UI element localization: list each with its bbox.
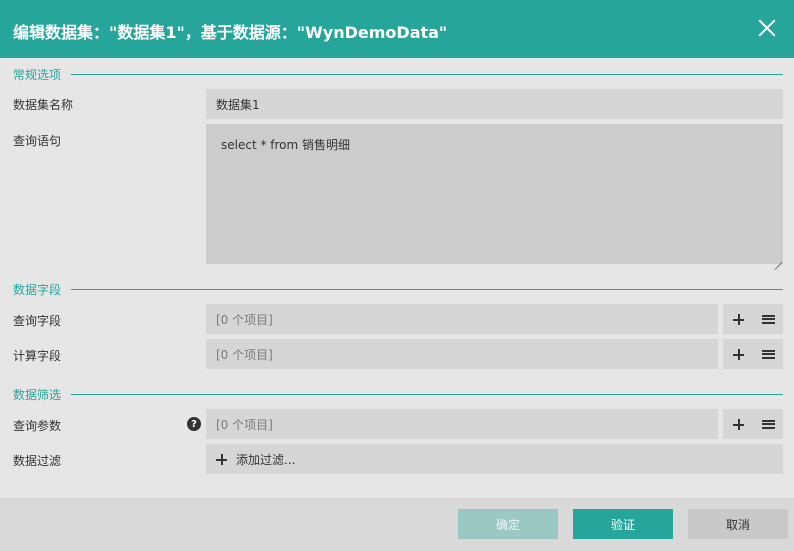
menu-icon — [761, 419, 775, 429]
menu-icon — [761, 349, 775, 359]
calc-fields-label: 计算字段 — [13, 349, 62, 363]
help-icon[interactable]: ? — [187, 417, 201, 431]
verify-button[interactable]: 验证 — [573, 509, 673, 539]
section-divider — [71, 394, 783, 395]
calc-fields-input[interactable]: [0 个项目] — [206, 339, 718, 369]
resize-grip-icon[interactable] — [772, 253, 782, 263]
query-fields-input[interactable]: [0 个项目] — [206, 304, 718, 334]
plus-icon — [732, 313, 744, 325]
dialog-header: 编辑数据集："数据集1"，基于数据源："WynDemoData" — [0, 0, 794, 58]
query-params-input[interactable]: [0 个项目] — [206, 409, 718, 439]
section-divider — [71, 289, 783, 290]
section-filters: 数据筛选 — [13, 386, 783, 403]
ok-button[interactable]: 确定 — [458, 509, 558, 539]
add-query-field-button[interactable] — [723, 304, 753, 334]
close-icon[interactable] — [756, 17, 778, 39]
section-general: 常规选项 — [13, 66, 783, 83]
section-filters-title: 数据筛选 — [13, 386, 70, 403]
add-filter-label: 添加过滤... — [236, 452, 296, 467]
data-filter-label: 数据过滤 — [13, 454, 62, 468]
dataset-name-input[interactable]: 数据集1 — [206, 89, 783, 119]
section-divider — [71, 74, 783, 75]
add-calc-field-button[interactable] — [723, 339, 753, 369]
query-param-menu-button[interactable] — [753, 409, 783, 439]
calc-field-menu-button[interactable] — [753, 339, 783, 369]
cancel-button[interactable]: 取消 — [688, 509, 788, 539]
section-fields-title: 数据字段 — [13, 281, 70, 298]
plus-icon — [732, 348, 744, 360]
plus-icon — [732, 418, 744, 430]
dataset-name-label: 数据集名称 — [13, 98, 74, 112]
section-fields: 数据字段 — [13, 281, 783, 298]
plus-icon — [216, 453, 227, 465]
query-fields-label: 查询字段 — [13, 314, 62, 328]
add-filter-button[interactable]: 添加过滤... — [206, 444, 783, 474]
menu-icon — [761, 314, 775, 324]
dialog-title: 编辑数据集："数据集1"，基于数据源："WynDemoData" — [13, 23, 448, 42]
query-params-label: 查询参数 — [13, 419, 62, 433]
dialog-footer: 确定 验证 取消 — [0, 498, 794, 551]
section-general-title: 常规选项 — [13, 66, 70, 83]
query-statement-textarea[interactable] — [206, 124, 783, 264]
query-field-menu-button[interactable] — [753, 304, 783, 334]
add-query-param-button[interactable] — [723, 409, 753, 439]
query-statement-label: 查询语句 — [13, 134, 62, 148]
